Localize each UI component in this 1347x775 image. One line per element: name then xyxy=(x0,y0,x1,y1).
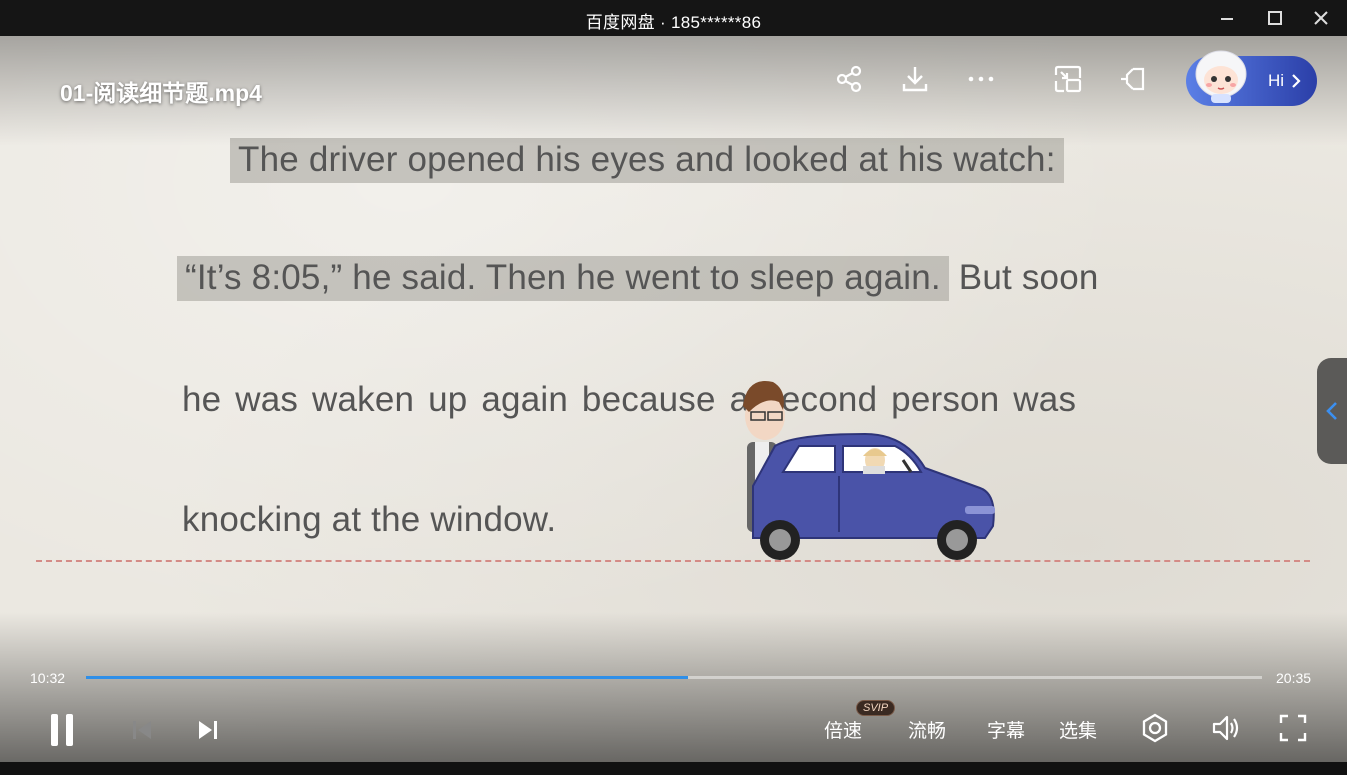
svip-badge: SVIP xyxy=(856,700,896,716)
detach-window-button[interactable] xyxy=(1117,62,1151,96)
current-time: 10:32 xyxy=(30,670,66,686)
close-button[interactable] xyxy=(1308,6,1334,30)
maximize-icon xyxy=(1268,11,1282,25)
chevron-left-icon xyxy=(1326,402,1337,420)
total-time: 20:35 xyxy=(1276,670,1312,686)
title-bar: 百度网盘 · 185******86 xyxy=(0,0,1347,36)
previous-button[interactable] xyxy=(128,716,156,744)
car-illustration xyxy=(743,381,995,560)
more-button[interactable] xyxy=(964,62,998,96)
detach-icon xyxy=(1121,67,1145,91)
video-filename: 01-阅读细节题.mp4 xyxy=(60,80,262,106)
more-icon xyxy=(968,76,994,82)
next-button[interactable] xyxy=(194,716,222,744)
fullscreen-button[interactable] xyxy=(1277,712,1309,744)
fullscreen-icon xyxy=(1279,714,1307,742)
minimize-icon xyxy=(1221,18,1233,20)
pause-icon xyxy=(51,714,73,746)
close-icon xyxy=(1314,11,1328,25)
video-text-line-2: “It’s 8:05,” he said. Then he went to sl… xyxy=(177,256,1099,301)
progress-bar[interactable] xyxy=(86,676,1262,679)
pip-icon xyxy=(1054,65,1082,93)
assistant-label: Hi xyxy=(1268,71,1285,90)
subtitle-button[interactable]: 字幕 xyxy=(987,716,1025,743)
speed-button[interactable]: 倍速 xyxy=(824,716,862,743)
share-button[interactable] xyxy=(832,62,866,96)
picture-in-picture-button[interactable] xyxy=(1051,62,1085,96)
loop-button[interactable] xyxy=(1139,712,1171,744)
volume-icon xyxy=(1212,715,1239,741)
chevron-right-icon xyxy=(1292,74,1301,88)
video-text-line-1: The driver opened his eyes and looked at… xyxy=(230,138,1064,183)
quality-button[interactable]: 流畅 xyxy=(908,716,946,743)
video-text-line-4: knocking at the window. xyxy=(182,500,557,539)
pause-button[interactable] xyxy=(44,710,80,750)
volume-button[interactable] xyxy=(1210,712,1242,744)
maximize-button[interactable] xyxy=(1262,6,1288,30)
share-icon xyxy=(836,65,862,93)
download-icon xyxy=(902,67,928,92)
side-panel-toggle[interactable] xyxy=(1317,358,1347,464)
window-title: 百度网盘 · 185******86 xyxy=(585,13,762,32)
assistant-button[interactable]: Hi xyxy=(1186,50,1317,106)
video-frame[interactable]: The driver opened his eyes and looked at… xyxy=(0,36,1347,762)
loop-icon xyxy=(1142,713,1168,743)
episodes-button[interactable]: 选集 xyxy=(1059,716,1097,743)
download-button[interactable] xyxy=(898,62,932,96)
dashed-divider xyxy=(36,560,1310,562)
minimize-button[interactable] xyxy=(1214,6,1240,30)
progress-fill xyxy=(86,676,689,679)
previous-icon xyxy=(133,721,151,739)
next-icon xyxy=(199,721,217,739)
assistant-avatar-icon xyxy=(1195,50,1247,103)
bottom-edge xyxy=(0,762,1347,775)
